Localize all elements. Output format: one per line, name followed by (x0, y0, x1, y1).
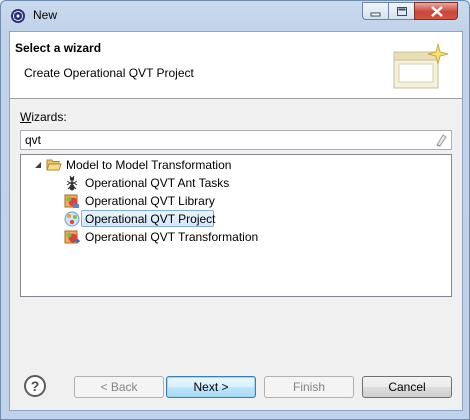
wizard-banner: Select a wizard Create Operational QVT P… (10, 32, 462, 99)
wizards-label-mnemonic: W (20, 110, 32, 124)
tree-item-label: Operational QVT Library (85, 194, 215, 208)
new-wizard-window: New Select a wizard Create Operational Q… (0, 0, 470, 420)
tree-category-label: Model to Model Transformation (66, 158, 232, 172)
wizard-filter[interactable] (20, 130, 452, 150)
next-button[interactable]: Next > (166, 376, 256, 398)
back-button[interactable]: < Back (74, 376, 164, 398)
tree-item-label: Operational QVT Transformation (85, 230, 259, 244)
close-button[interactable] (414, 2, 458, 20)
minimize-button[interactable] (362, 2, 389, 20)
tree-category-row[interactable]: Model to Model Transformation (21, 156, 451, 174)
window-title: New (33, 8, 58, 22)
tree-item[interactable]: Operational QVT Ant Tasks (21, 174, 451, 192)
maximize-button[interactable] (388, 2, 415, 20)
clear-filter-icon[interactable] (434, 133, 448, 147)
finish-button[interactable]: Finish (264, 376, 354, 398)
wizard-filter-input[interactable] (23, 132, 425, 148)
expanded-arrow-icon[interactable] (33, 160, 43, 170)
qvt-project-icon (64, 211, 80, 227)
title-bar[interactable]: New (1, 1, 469, 30)
tree-item-label: Operational QVT Project (85, 212, 216, 226)
new-wizard-graphic-icon (393, 43, 449, 89)
tree-item[interactable]: Operational QVT Transformation (21, 228, 451, 246)
wizard-tree[interactable]: Model to Model Transformation Operationa… (20, 154, 452, 297)
ant-icon (66, 175, 78, 191)
qvt-transformation-icon (64, 230, 80, 244)
maximize-icon (397, 7, 407, 16)
wizards-label: Wizards: (20, 110, 67, 124)
dialog-content: Select a wizard Create Operational QVT P… (9, 31, 463, 411)
cancel-button[interactable]: Cancel (362, 376, 452, 398)
eclipse-icon (11, 9, 25, 23)
banner-description: Create Operational QVT Project (24, 66, 194, 80)
close-icon (431, 6, 443, 17)
tree-item-selected[interactable]: Operational QVT Project (21, 210, 451, 228)
qvt-library-icon (64, 194, 79, 208)
folder-open-icon (46, 159, 62, 171)
minimize-icon (370, 12, 381, 17)
banner-title: Select a wizard (15, 41, 102, 55)
help-button[interactable]: ? (24, 375, 46, 397)
wizards-label-text: izards: (31, 110, 67, 124)
tree-item[interactable]: Operational QVT Library (21, 192, 451, 210)
tree-item-label: Operational QVT Ant Tasks (85, 176, 230, 190)
